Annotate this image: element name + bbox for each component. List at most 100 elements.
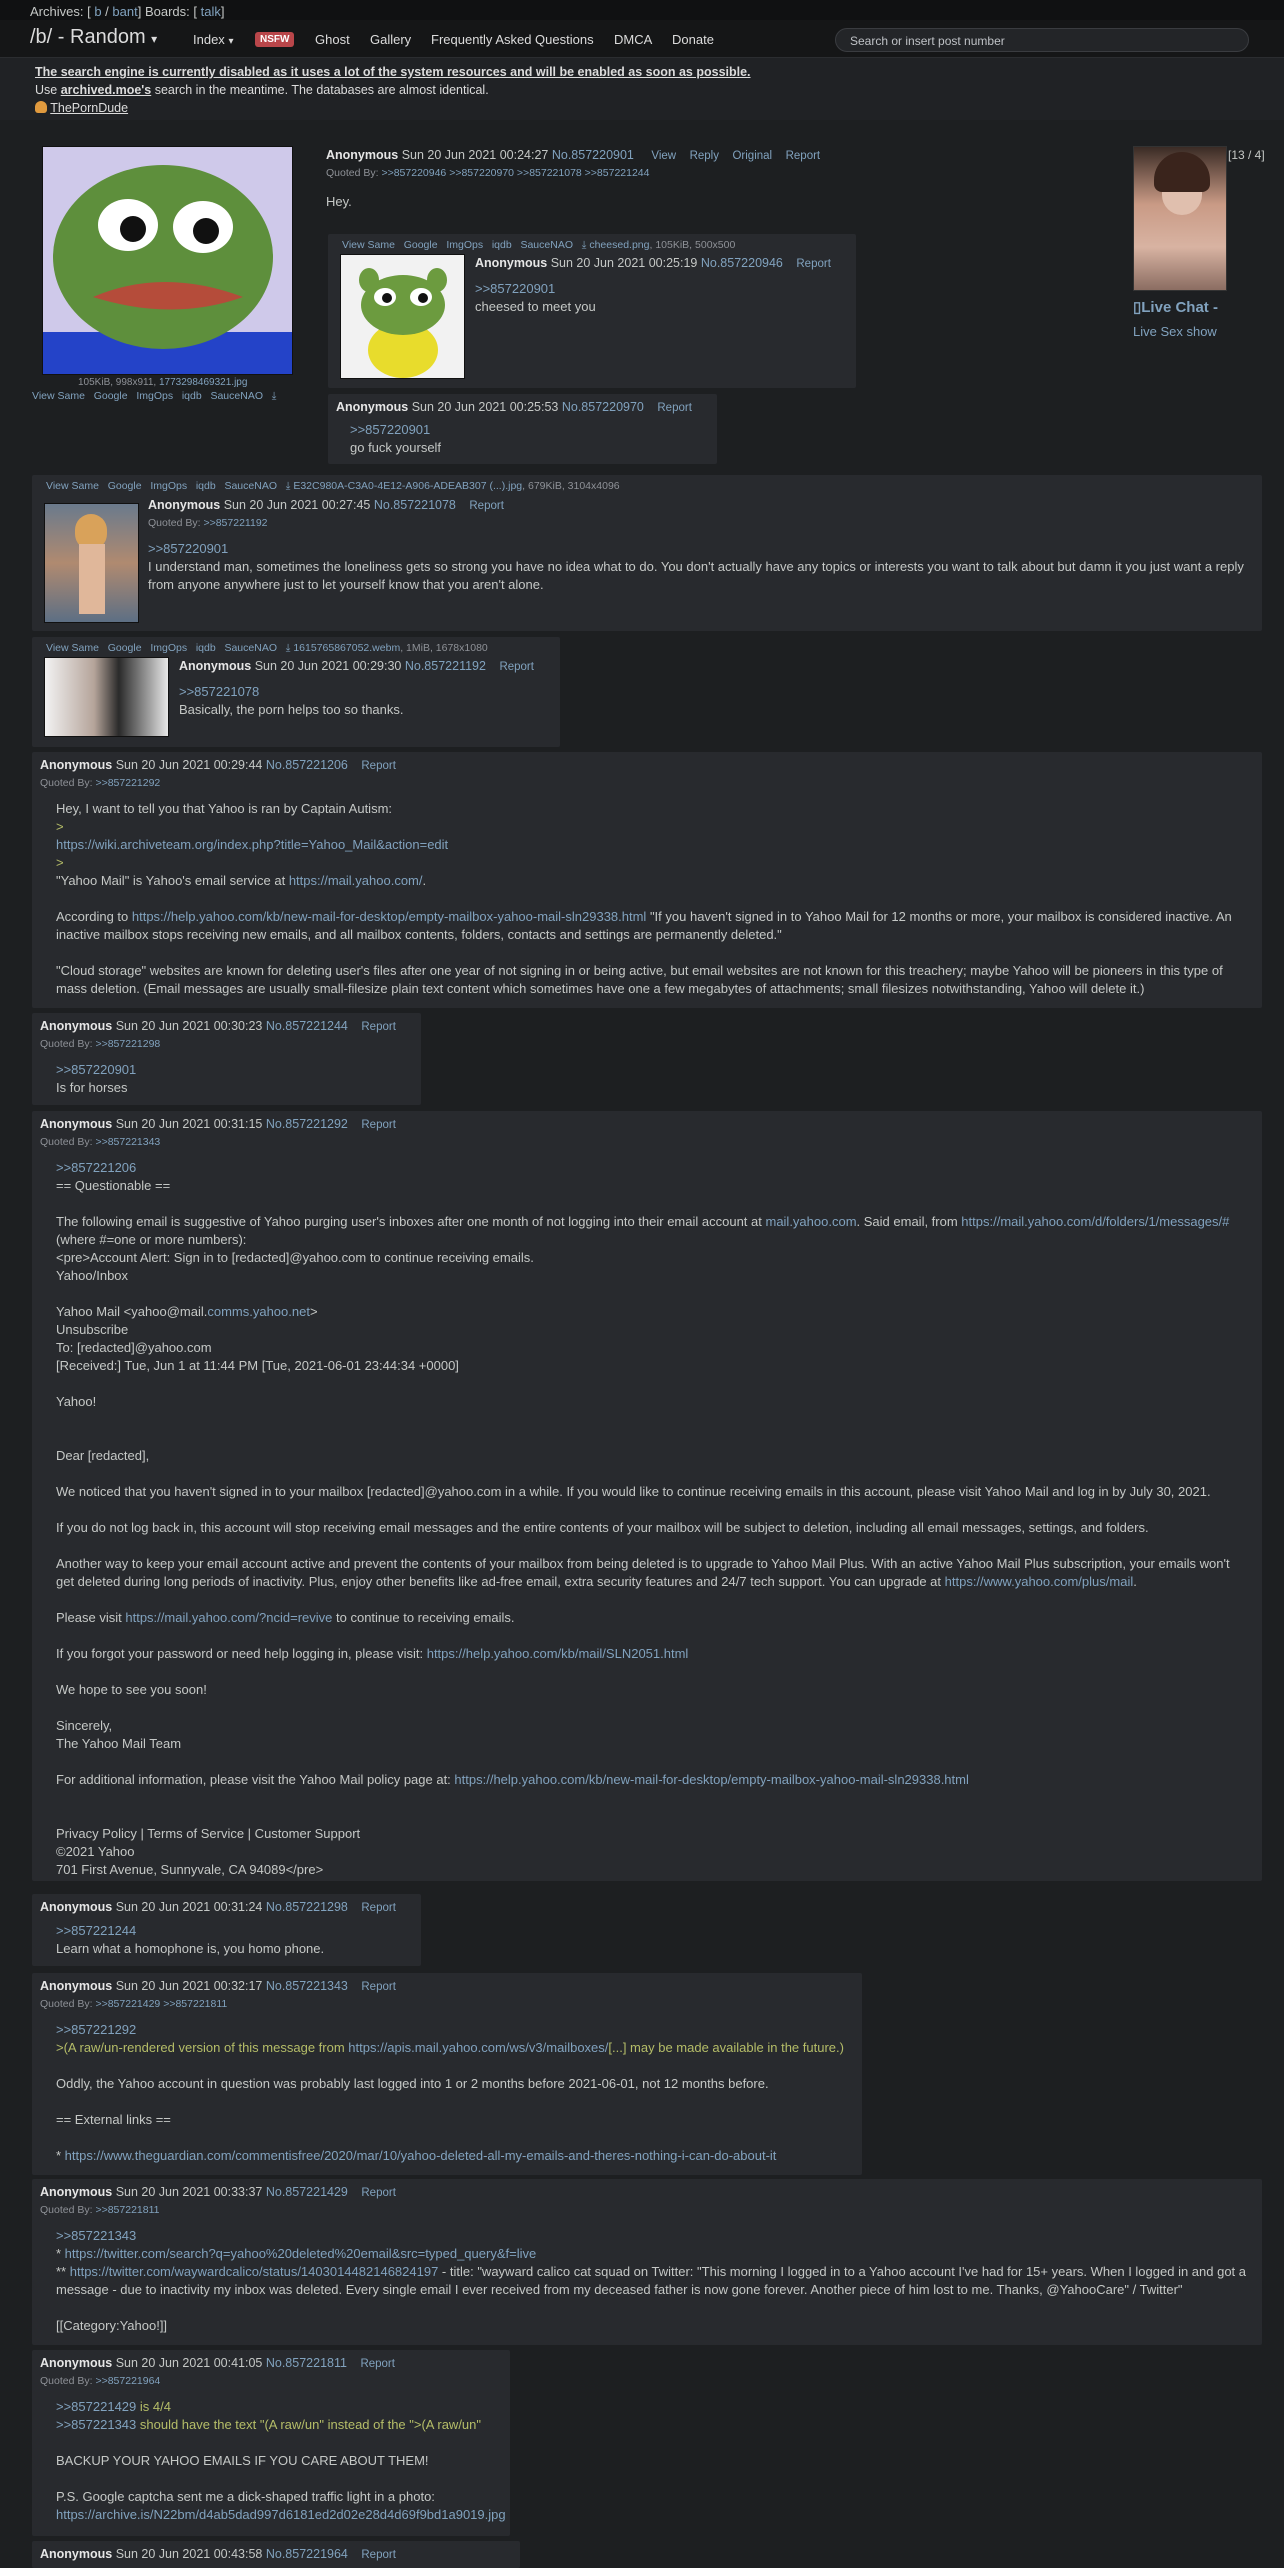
reply-post: View Same Google ImgOps iqdb SauceNAO ⤓ … <box>328 234 856 388</box>
post-text: Basically, the porn helps too so thanks. <box>179 702 404 717</box>
report-link[interactable]: Report <box>361 1119 396 1131</box>
post-header: Anonymous Sun 20 Jun 2021 00:43:58 No.85… <box>40 2547 396 2561</box>
post-header: Anonymous Sun 20 Jun 2021 00:27:45 No.85… <box>148 498 504 512</box>
report-link[interactable]: Report <box>361 2187 396 2199</box>
view-link[interactable]: View <box>651 150 676 162</box>
file-name[interactable]: E32C980A-C3A0-4E12-A906-ADEAB307 (...).j… <box>293 480 522 492</box>
report-link[interactable]: Report <box>361 760 396 772</box>
flame-icon <box>35 101 47 113</box>
reply-image[interactable] <box>340 254 465 379</box>
report-link[interactable]: Report <box>361 1981 396 1993</box>
post-text: Is for horses <box>56 1080 128 1095</box>
ghost-link[interactable]: Ghost <box>315 32 350 47</box>
post-header: Anonymous Sun 20 Jun 2021 00:25:19 No.85… <box>475 256 831 270</box>
reply-post: Anonymous Sun 20 Jun 2021 00:30:23 No.85… <box>32 1013 421 1105</box>
quote-link[interactable]: >>857221206 <box>56 1160 136 1175</box>
gallery-link[interactable]: Gallery <box>370 32 411 47</box>
archives-bar: Archives: [ b / bant] Boards: [ talk] <box>0 0 1284 20</box>
imgops-link[interactable]: ImgOps <box>136 390 173 402</box>
reply-post: Anonymous Sun 20 Jun 2021 00:43:58 No.85… <box>32 2541 520 2568</box>
download-icon[interactable]: ⤓ <box>286 642 291 654</box>
post-header: Anonymous Sun 20 Jun 2021 00:25:53 No.85… <box>336 400 692 414</box>
sponsor-link[interactable]: ThePornDude <box>50 101 128 115</box>
post-text: >>857221343 * https://twitter.com/search… <box>56 2228 1247 2333</box>
reply-post: Anonymous Sun 20 Jun 2021 00:32:17 No.85… <box>32 1973 862 2175</box>
board-selector[interactable]: /b/ - Random ▾ <box>30 26 157 49</box>
report-link[interactable]: Report <box>657 402 692 414</box>
quote-link[interactable]: >>857221244 <box>56 1923 136 1938</box>
cheese-frog-image <box>359 268 447 378</box>
reply-post: Anonymous Sun 20 Jun 2021 00:31:15 No.85… <box>32 1111 1262 1881</box>
archived-moe-link[interactable]: archived.moe's <box>61 83 152 97</box>
quote-link[interactable]: >>857220901 <box>148 541 228 556</box>
op-image[interactable] <box>42 146 293 375</box>
quote-link[interactable]: >>857220901 <box>475 281 555 296</box>
reply-link[interactable]: Reply <box>690 150 719 162</box>
faq-link[interactable]: Frequently Asked Questions <box>431 32 594 47</box>
quoted-by: Quoted By: >>857221811 <box>40 2204 160 2216</box>
file-name[interactable]: cheesed.png <box>589 239 649 251</box>
iqdb-link[interactable]: iqdb <box>182 390 202 402</box>
report-link[interactable]: Report <box>499 661 534 673</box>
download-icon[interactable]: ⤓ <box>286 480 291 492</box>
reply-image[interactable] <box>44 503 139 623</box>
ad-title[interactable]: ▯Live Chat - <box>1133 298 1218 316</box>
reply-video-thumbnail[interactable] <box>44 657 169 737</box>
post-header: Anonymous Sun 20 Jun 2021 00:41:05 No.85… <box>40 2356 395 2370</box>
google-link[interactable]: Google <box>94 390 128 402</box>
original-link[interactable]: Original <box>732 150 772 162</box>
archives-label: Archives: [ <box>30 4 91 19</box>
post-header: Anonymous Sun 20 Jun 2021 00:33:37 No.85… <box>40 2185 396 2199</box>
op-file-name[interactable]: 1773298469321.jpg <box>159 377 247 388</box>
post-text: >>857221429 is 4/4 >>857221343 should ha… <box>56 2399 506 2522</box>
quote-link[interactable]: >>857221292 <box>56 2022 136 2037</box>
post-header: Anonymous Sun 20 Jun 2021 00:31:24 No.85… <box>40 1900 396 1914</box>
archive-link-bant[interactable]: bant <box>112 4 137 19</box>
post-header: Anonymous Sun 20 Jun 2021 00:32:17 No.85… <box>40 1979 396 1993</box>
post-text: Hey, I want to tell you that Yahoo is ra… <box>56 801 1232 996</box>
post-header: Anonymous Sun 20 Jun 2021 00:29:30 No.85… <box>179 659 534 673</box>
frog-image <box>43 147 292 374</box>
quote-link[interactable]: >>857220901 <box>350 422 430 437</box>
quoted-by: Quoted By: >>857221292 <box>40 777 161 789</box>
quoted-by: Quoted By: >>857220946 >>857220970 >>857… <box>326 167 650 179</box>
op-header: Anonymous Sun 20 Jun 2021 00:24:27 No.85… <box>326 148 820 162</box>
board-link-talk[interactable]: talk <box>201 4 221 19</box>
quote-link[interactable]: >>857220901 <box>56 1062 136 1077</box>
op-file-info: 105KiB, 998x911, 1773298469321.jpg <box>78 377 248 388</box>
reply-post: Anonymous Sun 20 Jun 2021 00:25:53 No.85… <box>328 394 717 464</box>
op-text: Hey. <box>326 194 352 209</box>
report-link[interactable]: Report <box>786 150 821 162</box>
archive-link-b[interactable]: b <box>94 4 101 19</box>
post-text: cheesed to meet you <box>475 299 596 314</box>
ad-image[interactable] <box>1133 146 1227 291</box>
report-link[interactable]: Report <box>360 2358 395 2370</box>
nsfw-badge[interactable]: NSFW <box>255 32 295 47</box>
post-text: go fuck yourself <box>350 440 442 455</box>
ad-counter: [13 / 4] <box>1228 148 1265 162</box>
view-same-link[interactable]: View Same <box>32 390 85 402</box>
search-input[interactable]: Search or insert post number <box>835 28 1249 52</box>
report-link[interactable]: Report <box>361 1902 396 1914</box>
download-icon[interactable]: ⤓ <box>582 239 587 251</box>
index-menu[interactable]: Index ▾ <box>193 32 233 47</box>
quoted-by: Quoted By: >>857221192 <box>148 517 268 529</box>
file-tools: View Same Google ImgOps iqdb SauceNAO ⤓ … <box>46 480 620 492</box>
post-number[interactable]: No.857220901 <box>552 148 634 162</box>
quoted-by: Quoted By: >>857221964 <box>40 2375 161 2387</box>
quote-link[interactable]: >>857221078 <box>179 684 259 699</box>
quote-link[interactable]: >>857221343 <box>56 2228 136 2243</box>
reply-post: Anonymous Sun 20 Jun 2021 00:33:37 No.85… <box>32 2179 1262 2345</box>
navbar: /b/ - Random ▾ Index ▾ NSFW Ghost Galler… <box>0 20 1284 58</box>
report-link[interactable]: Report <box>796 258 831 270</box>
report-link[interactable]: Report <box>361 1021 396 1033</box>
ad-subtitle[interactable]: Live Sex show <box>1133 324 1217 339</box>
report-link[interactable]: Report <box>361 2549 396 2561</box>
donate-link[interactable]: Donate <box>672 32 714 47</box>
post-time: Sun 20 Jun 2021 00:24:27 <box>401 148 549 162</box>
dmca-link[interactable]: DMCA <box>614 32 652 47</box>
download-icon[interactable]: ⤓ <box>272 390 277 402</box>
report-link[interactable]: Report <box>469 500 504 512</box>
saucenao-link[interactable]: SauceNAO <box>210 390 263 402</box>
file-name[interactable]: 1615765867052.webm <box>293 642 400 654</box>
